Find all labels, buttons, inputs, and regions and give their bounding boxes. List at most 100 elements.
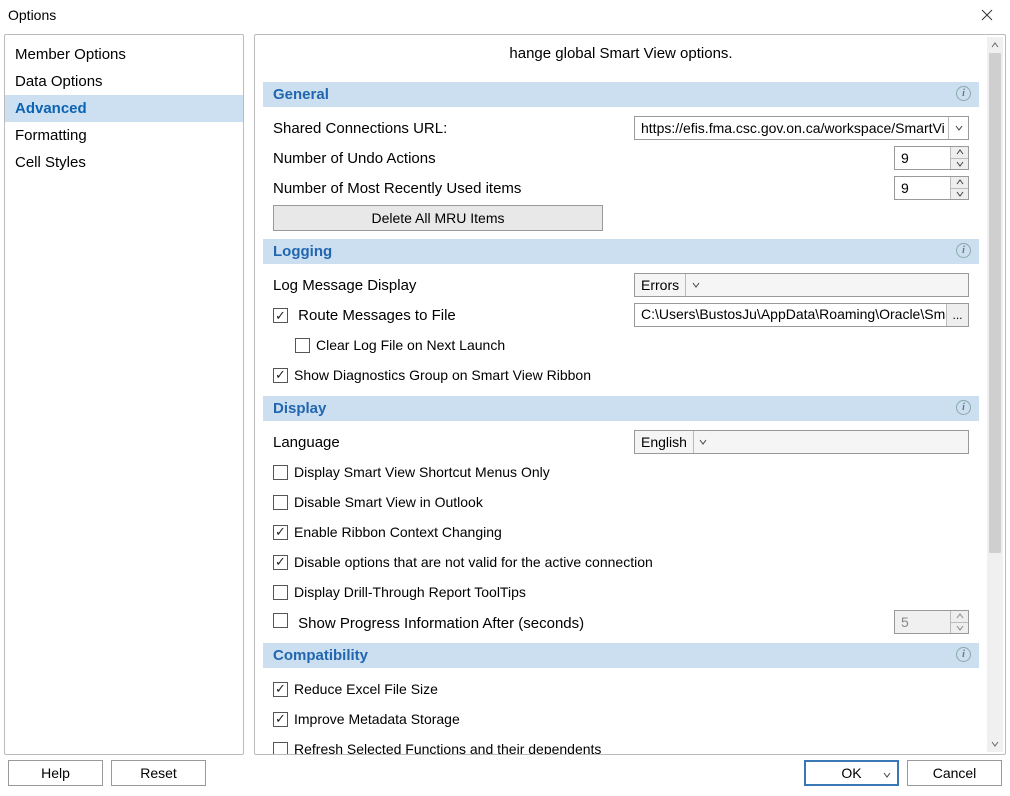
section-title-logging: Logging bbox=[273, 243, 332, 260]
route-file-text: Route Messages to File bbox=[298, 307, 456, 324]
drill-tooltip-checkbox[interactable] bbox=[273, 585, 288, 600]
reduce-size-checkbox[interactable] bbox=[273, 682, 288, 697]
clear-log-checkbox[interactable] bbox=[295, 338, 310, 353]
main: Member Options Data Options Advanced For… bbox=[0, 30, 1010, 755]
chevron-up-icon bbox=[956, 148, 964, 156]
log-display-drop[interactable] bbox=[685, 274, 705, 296]
shared-url-combo[interactable]: https://efis.fma.csc.gov.on.ca/workspace… bbox=[634, 116, 969, 140]
disable-invalid-checkbox[interactable] bbox=[273, 555, 288, 570]
drill-tooltip-label: Display Drill-Through Report ToolTips bbox=[294, 584, 526, 600]
ok-button[interactable]: OK bbox=[804, 760, 899, 786]
shared-url-drop[interactable] bbox=[948, 117, 968, 139]
clear-log-label: Clear Log File on Next Launch bbox=[316, 337, 505, 353]
scroll-down[interactable] bbox=[987, 736, 1003, 752]
chevron-down-icon bbox=[692, 281, 700, 289]
section-body-compat: Reduce Excel File Size Improve Metadata … bbox=[263, 668, 979, 754]
disable-invalid-label: Disable options that are not valid for t… bbox=[294, 554, 653, 570]
sidebar-item-formatting[interactable]: Formatting bbox=[5, 122, 243, 149]
undo-down[interactable] bbox=[951, 159, 968, 170]
info-icon[interactable]: i bbox=[956, 647, 971, 662]
chevron-down-icon bbox=[956, 190, 964, 198]
content-scroll: hange global Smart View options. General… bbox=[255, 35, 987, 754]
progress-checkbox[interactable] bbox=[273, 613, 288, 628]
progress-spinner: 5 bbox=[894, 610, 969, 634]
sidebar: Member Options Data Options Advanced For… bbox=[4, 34, 244, 755]
disable-outlook-label: Disable Smart View in Outlook bbox=[294, 494, 483, 510]
reduce-size-label: Reduce Excel File Size bbox=[294, 681, 438, 697]
mru-down[interactable] bbox=[951, 189, 968, 200]
label-shared-url: Shared Connections URL: bbox=[273, 120, 634, 137]
section-title-general: General bbox=[273, 86, 329, 103]
section-header-logging: Logging i bbox=[263, 239, 979, 264]
mru-spinner[interactable]: 9 bbox=[894, 176, 969, 200]
chevron-down-icon bbox=[956, 624, 964, 632]
show-diag-checkbox[interactable] bbox=[273, 368, 288, 383]
content-panel: hange global Smart View options. General… bbox=[254, 34, 1006, 755]
info-icon[interactable]: i bbox=[956, 243, 971, 258]
scrollbar[interactable] bbox=[987, 37, 1003, 752]
shortcut-menus-checkbox[interactable] bbox=[273, 465, 288, 480]
label-undo: Number of Undo Actions bbox=[273, 150, 894, 167]
sidebar-item-advanced[interactable]: Advanced bbox=[5, 95, 243, 122]
undo-spinner[interactable]: 9 bbox=[894, 146, 969, 170]
language-value: English bbox=[635, 431, 693, 453]
chevron-down-icon bbox=[991, 740, 999, 748]
mru-value[interactable]: 9 bbox=[895, 177, 950, 199]
close-button[interactable] bbox=[972, 0, 1002, 30]
undo-value[interactable]: 9 bbox=[895, 147, 950, 169]
scroll-track[interactable] bbox=[987, 53, 1003, 736]
progress-value: 5 bbox=[895, 611, 950, 633]
reset-button[interactable]: Reset bbox=[111, 760, 206, 786]
ok-label: OK bbox=[841, 765, 861, 781]
mru-up[interactable] bbox=[951, 177, 968, 189]
chevron-up-icon bbox=[956, 178, 964, 186]
chevron-up-icon bbox=[991, 41, 999, 49]
window-title: Options bbox=[8, 7, 56, 23]
section-body-display: Language English Display Smart View Shor… bbox=[263, 421, 979, 643]
refresh-fn-checkbox[interactable] bbox=[273, 742, 288, 755]
sidebar-item-data-options[interactable]: Data Options bbox=[5, 68, 243, 95]
log-display-combo[interactable]: Errors bbox=[634, 273, 969, 297]
ribbon-ctx-label: Enable Ribbon Context Changing bbox=[294, 524, 502, 540]
footer: Help Reset OK Cancel bbox=[0, 755, 1010, 790]
language-combo[interactable]: English bbox=[634, 430, 969, 454]
section-header-general: General i bbox=[263, 82, 979, 107]
info-icon[interactable]: i bbox=[956, 86, 971, 101]
delete-mru-button[interactable]: Delete All MRU Items bbox=[273, 205, 603, 231]
label-log-display: Log Message Display bbox=[273, 277, 634, 294]
content-wrap: hange global Smart View options. General… bbox=[254, 34, 1006, 755]
label-route-file: Route Messages to File bbox=[273, 307, 634, 324]
section-header-compat: Compatibility i bbox=[263, 643, 979, 668]
improve-meta-label: Improve Metadata Storage bbox=[294, 711, 460, 727]
chevron-down-icon bbox=[956, 160, 964, 168]
help-button[interactable]: Help bbox=[8, 760, 103, 786]
progress-down bbox=[951, 623, 968, 634]
sidebar-item-member-options[interactable]: Member Options bbox=[5, 41, 243, 68]
route-file-input-group: C:\Users\BustosJu\AppData\Roaming\Oracle… bbox=[634, 303, 969, 327]
scroll-thumb[interactable] bbox=[989, 53, 1001, 553]
route-file-checkbox[interactable] bbox=[273, 308, 288, 323]
chevron-down-icon bbox=[883, 771, 891, 779]
log-display-value: Errors bbox=[635, 274, 685, 296]
section-header-display: Display i bbox=[263, 396, 979, 421]
scroll-up[interactable] bbox=[987, 37, 1003, 53]
section-title-compat: Compatibility bbox=[273, 647, 368, 664]
language-drop[interactable] bbox=[693, 431, 713, 453]
undo-up[interactable] bbox=[951, 147, 968, 159]
titlebar: Options bbox=[0, 0, 1010, 30]
improve-meta-checkbox[interactable] bbox=[273, 712, 288, 727]
ribbon-ctx-checkbox[interactable] bbox=[273, 525, 288, 540]
chevron-down-icon bbox=[699, 438, 707, 446]
route-file-path[interactable]: C:\Users\BustosJu\AppData\Roaming\Oracle… bbox=[635, 304, 946, 326]
chevron-up-icon bbox=[956, 612, 964, 620]
disable-outlook-checkbox[interactable] bbox=[273, 495, 288, 510]
cancel-button[interactable]: Cancel bbox=[907, 760, 1002, 786]
refresh-fn-label: Refresh Selected Functions and their dep… bbox=[294, 741, 601, 754]
shared-url-value[interactable]: https://efis.fma.csc.gov.on.ca/workspace… bbox=[635, 117, 948, 139]
shortcut-menus-label: Display Smart View Shortcut Menus Only bbox=[294, 464, 550, 480]
sidebar-item-cell-styles[interactable]: Cell Styles bbox=[5, 149, 243, 176]
route-file-browse[interactable]: ... bbox=[946, 304, 968, 326]
ok-dropdown[interactable] bbox=[883, 766, 891, 782]
section-title-display: Display bbox=[273, 400, 326, 417]
info-icon[interactable]: i bbox=[956, 400, 971, 415]
